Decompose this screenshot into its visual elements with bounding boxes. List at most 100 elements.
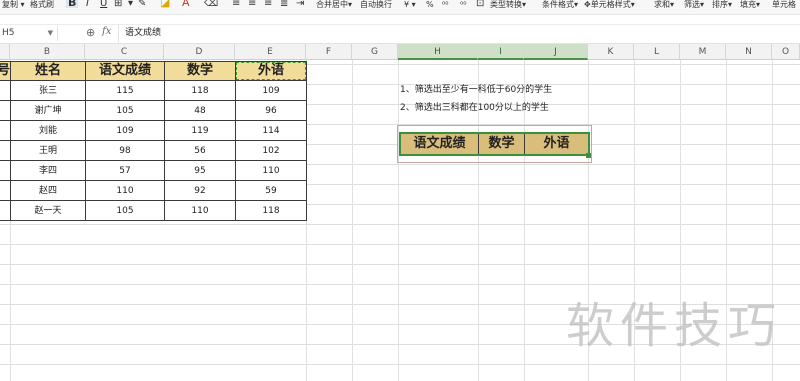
zoom-icon[interactable]: ⊕ xyxy=(86,26,95,39)
copy-label: 复制 xyxy=(2,0,18,9)
cell-button[interactable]: 单元格 xyxy=(772,0,796,10)
cell-style-button[interactable]: ✥单元格样式▾ xyxy=(584,0,635,10)
formula-input[interactable]: 语文成绩 xyxy=(118,25,800,42)
table-cell[interactable]: 李四 xyxy=(10,160,86,181)
table-cell[interactable]: 98 xyxy=(85,140,165,161)
filter-button[interactable]: 筛选▾ xyxy=(684,0,704,10)
fill-label: 填充 xyxy=(740,0,756,9)
clear-format-icon[interactable]: ⌫ xyxy=(204,0,218,9)
table-cell[interactable]: 118 xyxy=(235,200,307,221)
cell-style-label: 单元格样式 xyxy=(590,0,631,9)
grid-line xyxy=(398,60,399,381)
table-header-name[interactable]: 姓名 xyxy=(10,61,86,81)
table-cell[interactable]: 102 xyxy=(235,140,307,161)
table-header-chinese[interactable]: 语文成绩 xyxy=(85,61,165,81)
pen-icon[interactable]: ✎ xyxy=(138,0,146,9)
table-cell[interactable]: 张三 xyxy=(10,80,86,101)
sum-button[interactable]: 求和▾ xyxy=(654,0,674,10)
decimal-decrease-icon[interactable]: ⁰⁰ xyxy=(460,0,466,10)
align-right-icon[interactable]: ≡ xyxy=(264,0,272,9)
table-cell[interactable]: 105 xyxy=(85,100,165,121)
column-header-L[interactable]: L xyxy=(634,44,680,60)
table-cell[interactable]: 刘能 xyxy=(10,120,86,141)
criteria-header-english[interactable]: 外语 xyxy=(524,133,589,155)
column-header-B[interactable]: B xyxy=(10,44,85,60)
table-cell[interactable]: 赵一天 xyxy=(10,200,86,221)
table-cell[interactable]: 57 xyxy=(85,160,165,181)
table-cell[interactable]: 谢广坤 xyxy=(10,100,86,121)
grid-line xyxy=(352,60,353,381)
column-header-D[interactable]: D xyxy=(164,44,235,60)
table-header-math[interactable]: 数学 xyxy=(164,61,236,81)
column-header-H[interactable]: H xyxy=(398,44,478,60)
table-cell[interactable]: 48 xyxy=(164,100,236,121)
table-cell[interactable]: 110 xyxy=(235,160,307,181)
criteria-header-math[interactable]: 数学 xyxy=(478,133,525,155)
justify-icon[interactable]: ≣ xyxy=(280,0,288,9)
italic-icon[interactable]: I xyxy=(86,0,89,9)
type-convert-button[interactable]: 类型转换▾ xyxy=(490,0,526,10)
column-header-N[interactable]: N xyxy=(726,44,772,60)
column-header-E[interactable]: E xyxy=(235,44,306,60)
percent-button[interactable]: % xyxy=(426,0,434,10)
column-header-A[interactable] xyxy=(0,44,10,60)
table-cell[interactable]: 110 xyxy=(85,180,165,201)
fill-button[interactable]: 填充▾ xyxy=(740,0,760,10)
font-color-icon[interactable]: A xyxy=(182,0,190,8)
filter-label: 筛选 xyxy=(684,0,700,9)
conditional-format-button[interactable]: 条件格式▾ xyxy=(542,0,578,10)
name-box-value: H5 xyxy=(2,28,15,38)
number-format-icon[interactable]: ⊡ xyxy=(476,0,484,9)
merge-center-button[interactable]: 合并居中▾ xyxy=(316,0,352,10)
align-left-icon[interactable]: ≡ xyxy=(232,0,240,9)
table-cell[interactable]: 王明 xyxy=(10,140,86,161)
table-cell[interactable]: 59 xyxy=(235,180,307,201)
border-dropdown-icon[interactable]: ▾ xyxy=(128,0,133,9)
table-cell[interactable]: 109 xyxy=(85,120,165,141)
column-header-M[interactable]: M xyxy=(680,44,726,60)
table-cell[interactable]: 赵四 xyxy=(10,180,86,201)
table-cell[interactable]: 119 xyxy=(164,120,236,141)
format-painter-button[interactable]: 格式刷 xyxy=(30,0,54,10)
column-header-I[interactable]: I xyxy=(478,44,524,60)
column-header-K[interactable]: K xyxy=(588,44,634,60)
column-header-F[interactable]: F xyxy=(306,44,352,60)
ribbon-toolbar: 复制 ▾ 格式刷 B I U ⊞ ▾ ✎ ◪ A ⌫ ≡ ≡ ≡ ≣ ⇥ 合并居… xyxy=(0,0,800,15)
decimal-increase-icon[interactable]: ⁰⁰ xyxy=(442,0,448,10)
currency-button[interactable]: ¥ ▾ xyxy=(404,0,416,10)
copy-button[interactable]: 复制 ▾ xyxy=(2,0,25,10)
fx-icon[interactable]: fx xyxy=(102,26,111,37)
fill-color-icon[interactable]: ◪ xyxy=(160,0,170,8)
sort-button[interactable]: 排序▾ xyxy=(712,0,732,10)
wrap-text-button[interactable]: 自动换行 xyxy=(360,0,392,10)
table-cell[interactable]: 92 xyxy=(164,180,236,201)
type-convert-label: 类型转换 xyxy=(490,0,522,9)
table-cell[interactable]: 114 xyxy=(235,120,307,141)
chevron-down-icon[interactable]: ▼ xyxy=(48,26,53,41)
table-cell[interactable]: 109 xyxy=(235,80,307,101)
table-cell[interactable]: 118 xyxy=(164,80,236,101)
note-line-1[interactable]: 1、筛选出至少有一科低于60分的学生 xyxy=(400,82,552,95)
table-cell[interactable]: 95 xyxy=(164,160,236,181)
column-header-O[interactable]: O xyxy=(772,44,800,60)
note-line-2[interactable]: 2、筛选出三科都在100分以上的学生 xyxy=(400,100,549,113)
conditional-format-label: 条件格式 xyxy=(542,0,574,9)
bold-button[interactable]: B xyxy=(66,0,79,8)
column-header-J[interactable]: J xyxy=(524,44,588,60)
formula-bar: H5 ▼ ⊕ fx 语文成绩 xyxy=(0,24,800,44)
column-header-C[interactable]: C xyxy=(85,44,164,60)
table-cell[interactable]: 110 xyxy=(164,200,236,221)
border-icon[interactable]: ⊞ xyxy=(114,0,122,9)
underline-icon[interactable]: U xyxy=(100,0,107,9)
table-cell[interactable]: 105 xyxy=(85,200,165,221)
table-cell[interactable]: 115 xyxy=(85,80,165,101)
table-cell[interactable]: 56 xyxy=(164,140,236,161)
fill-handle[interactable] xyxy=(586,153,591,158)
criteria-header-chinese[interactable]: 语文成绩 xyxy=(400,133,479,155)
column-header-G[interactable]: G xyxy=(352,44,398,60)
align-center-icon[interactable]: ≡ xyxy=(248,0,256,9)
name-box[interactable]: H5 ▼ xyxy=(0,26,58,41)
table-header-english[interactable]: 外语 xyxy=(235,61,307,81)
indent-icon[interactable]: ⇥ xyxy=(296,0,304,9)
table-cell[interactable]: 96 xyxy=(235,100,307,121)
